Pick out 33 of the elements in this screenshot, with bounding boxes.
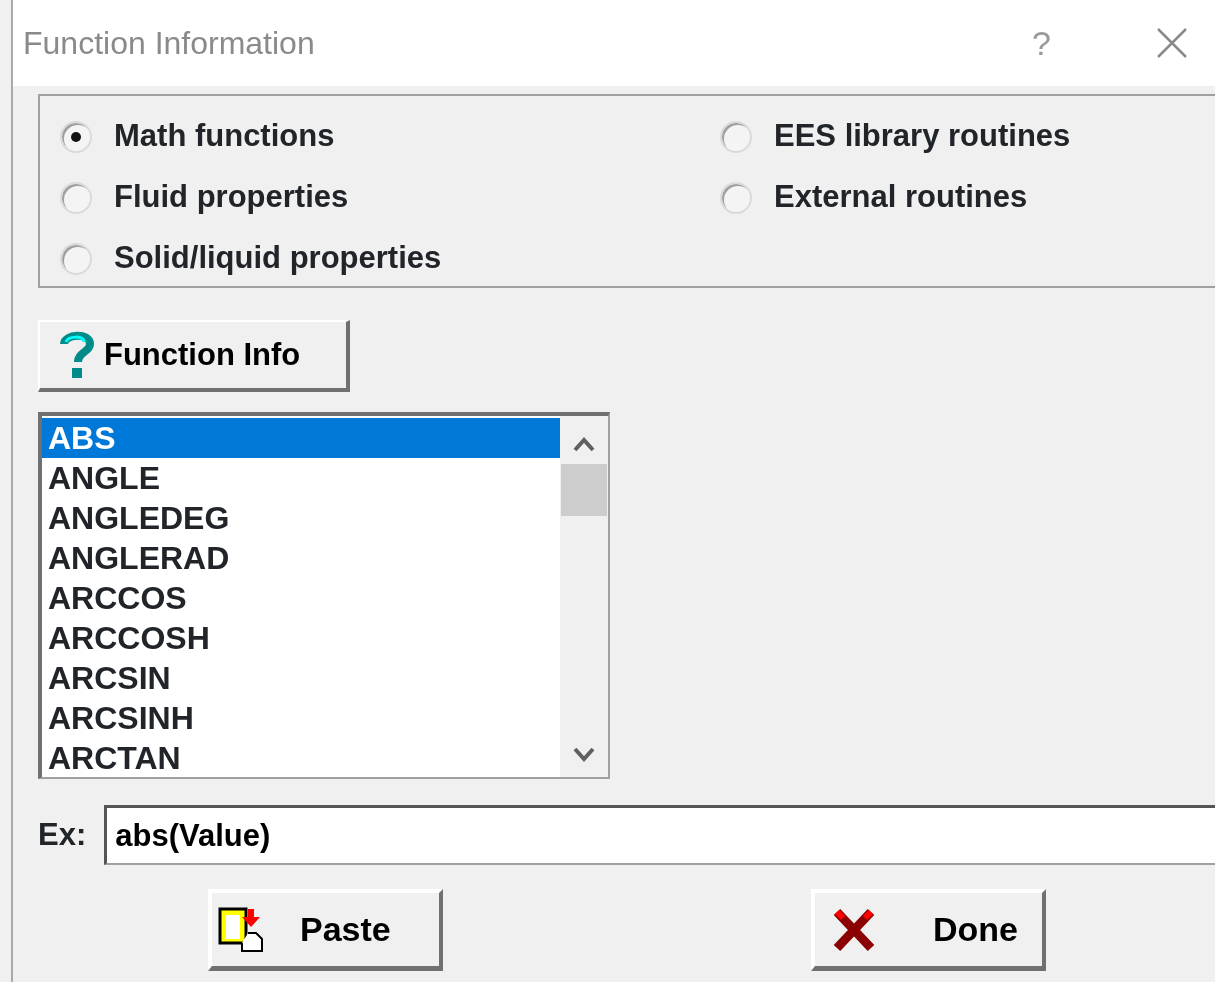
question-icon bbox=[60, 330, 94, 380]
example-label: Ex: bbox=[38, 815, 87, 854]
scroll-down-icon[interactable] bbox=[573, 747, 595, 763]
function-list[interactable]: ABS ANGLE ANGLEDEG ANGLERAD ARCCOS ARCCOSH ARCSIN ARCSINH ARCTAN bbox=[38, 412, 610, 779]
close-icon[interactable] bbox=[1156, 27, 1188, 59]
done-button[interactable]: Done bbox=[811, 889, 1046, 971]
list-item[interactable]: ARCCOS bbox=[42, 578, 560, 618]
list-item[interactable]: ANGLERAD bbox=[42, 538, 560, 578]
example-field[interactable]: abs(Value) bbox=[104, 805, 1215, 865]
radio-option[interactable]: Fluid properties bbox=[60, 167, 720, 228]
paste-button[interactable]: Paste bbox=[208, 889, 443, 971]
list-item[interactable]: ANGLEDEG bbox=[42, 498, 560, 538]
radio-button[interactable] bbox=[720, 120, 752, 153]
radio-option[interactable]: External routines bbox=[720, 167, 1215, 228]
radio-button[interactable] bbox=[60, 120, 92, 153]
list-item[interactable]: ARCTAN bbox=[42, 738, 560, 778]
list-item[interactable]: ARCSINH bbox=[42, 698, 560, 738]
scroll-thumb[interactable] bbox=[561, 464, 607, 516]
radio-button[interactable] bbox=[60, 242, 92, 275]
scrollbar[interactable] bbox=[560, 416, 608, 777]
radio-option[interactable]: EES library routines bbox=[720, 106, 1215, 167]
scroll-up-icon[interactable] bbox=[573, 436, 595, 452]
list-item[interactable]: ANGLE bbox=[42, 458, 560, 498]
list-item[interactable]: ARCSIN bbox=[42, 658, 560, 698]
list-item[interactable]: ABS bbox=[42, 418, 560, 458]
cross-icon bbox=[833, 907, 875, 952]
radio-button[interactable] bbox=[60, 181, 92, 214]
function-info-button[interactable]: Function Info bbox=[38, 320, 350, 392]
radio-button[interactable] bbox=[720, 181, 752, 214]
list-item[interactable]: ARCCOSH bbox=[42, 618, 560, 658]
radio-option[interactable]: Solid/liquid properties bbox=[60, 228, 720, 289]
radio-option[interactable]: Math functions bbox=[60, 106, 720, 167]
window-title: Function Information bbox=[23, 24, 316, 63]
